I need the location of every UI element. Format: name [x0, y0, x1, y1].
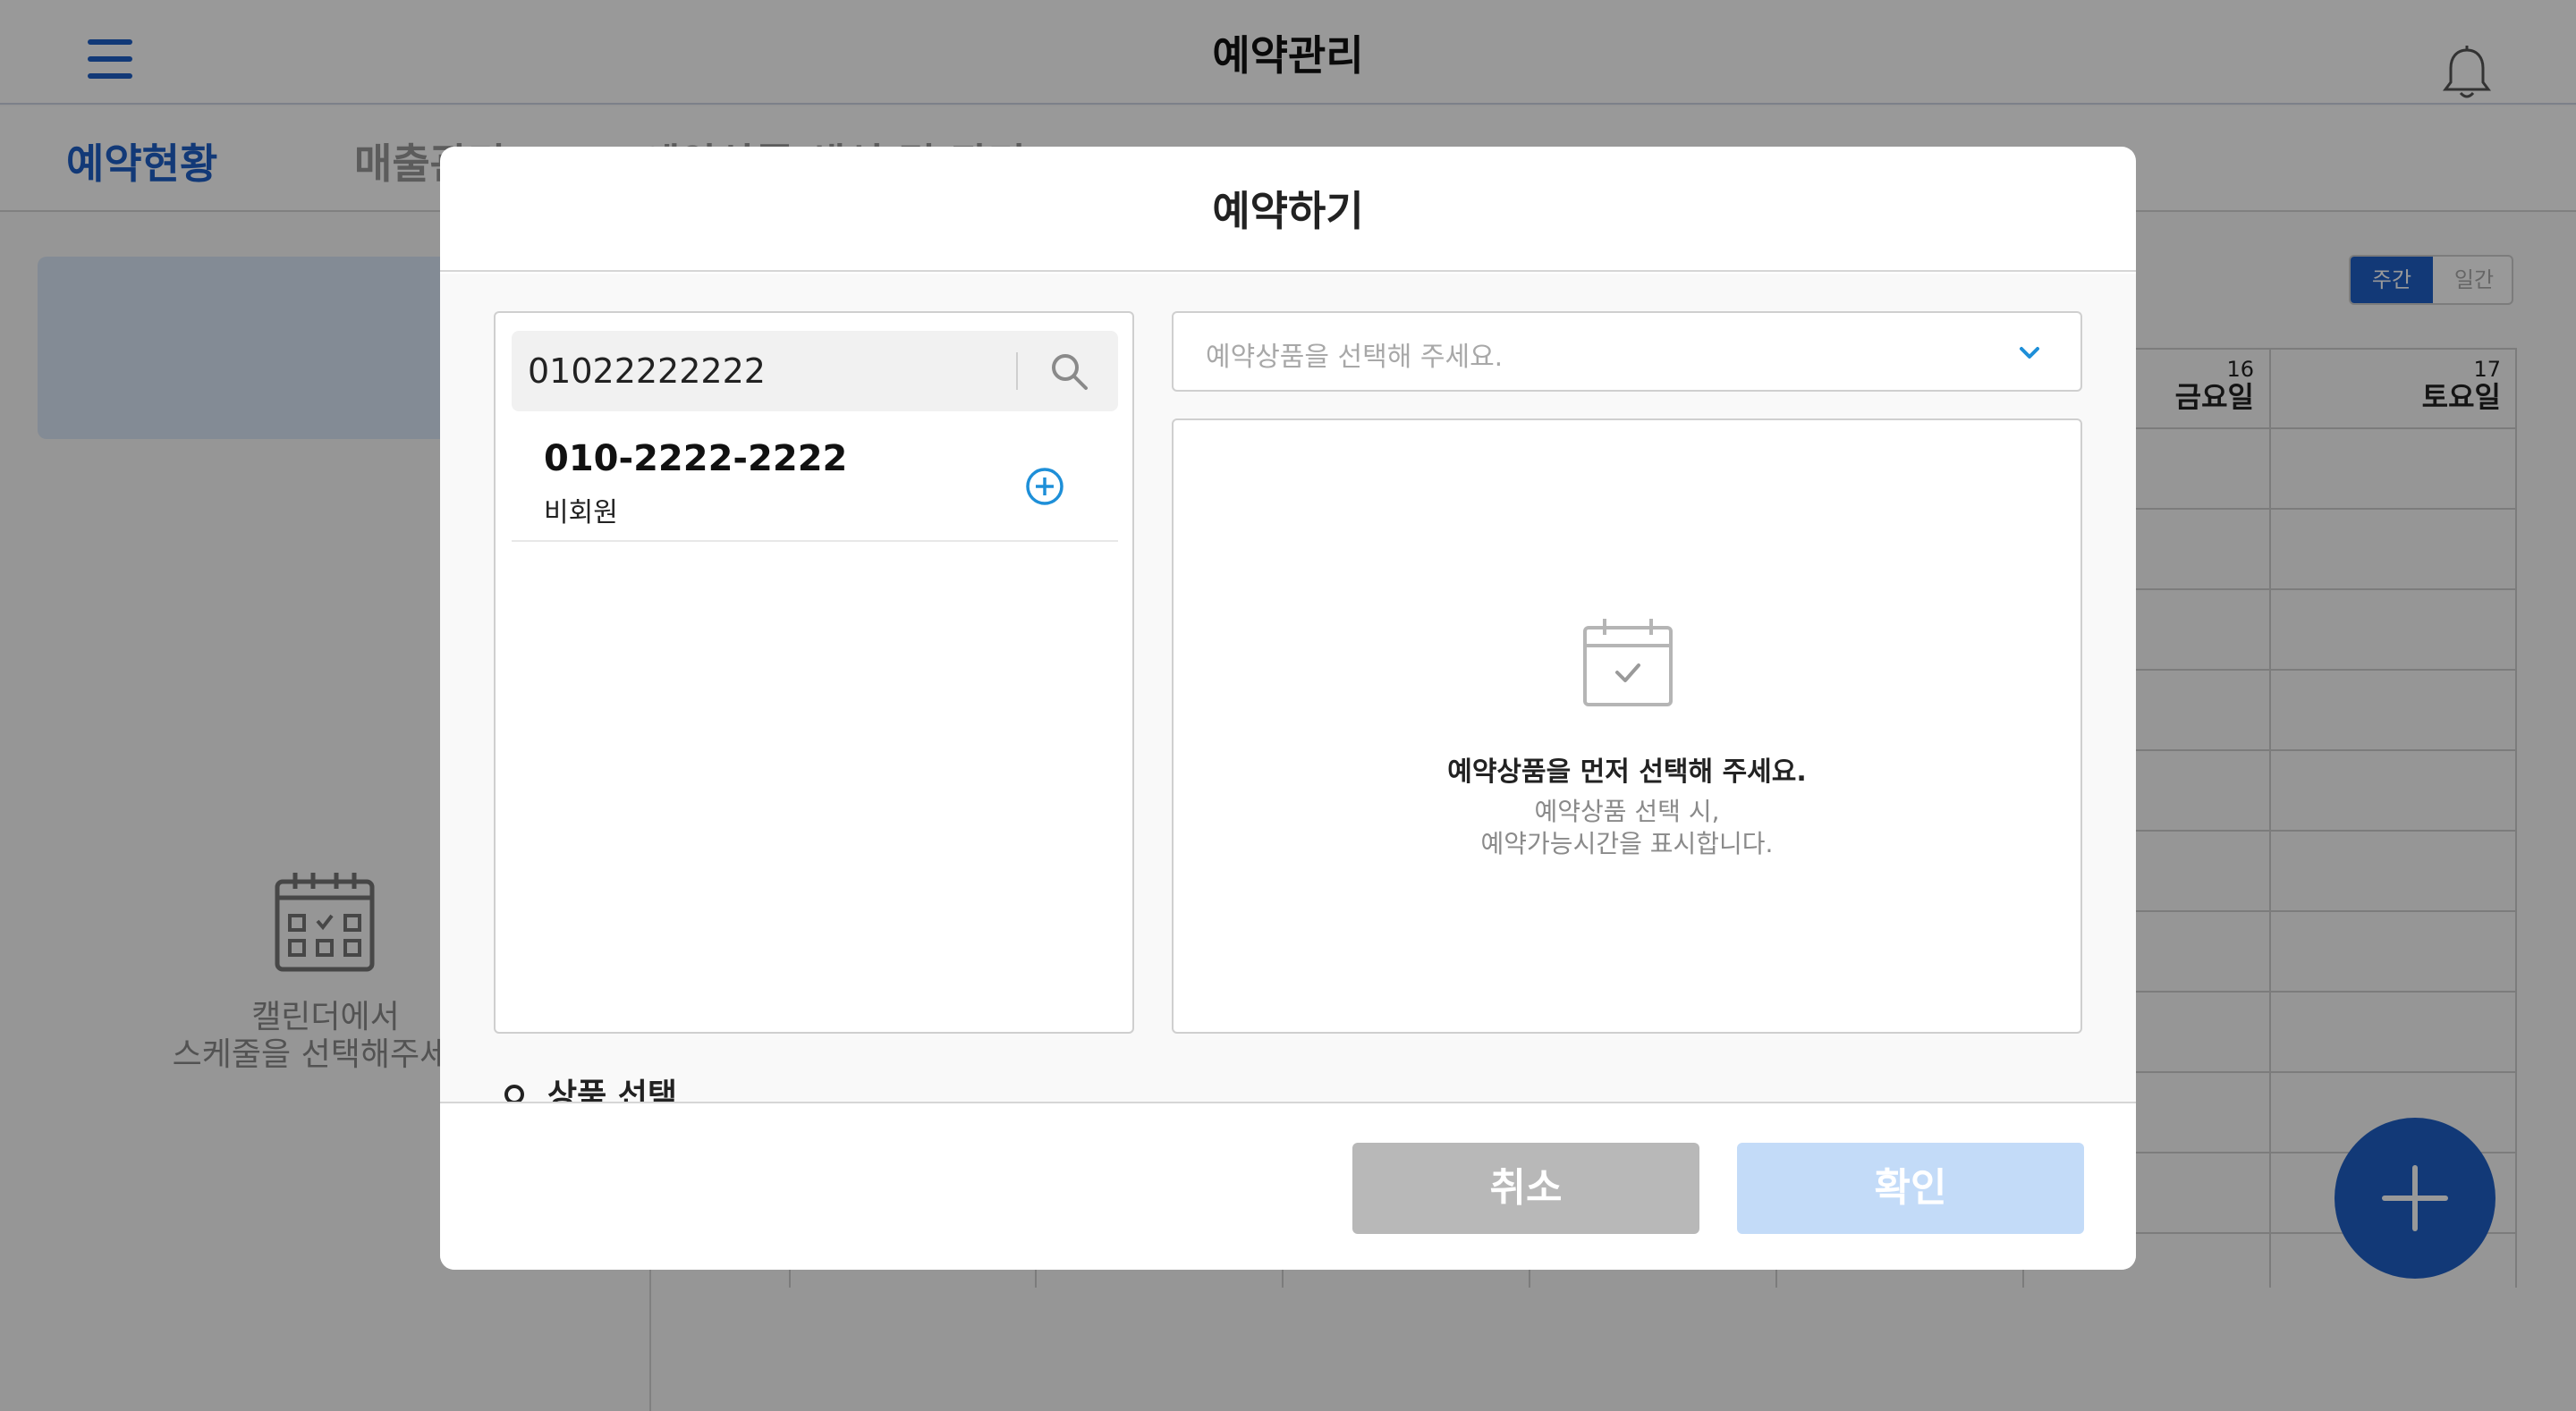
available-time-panel: 예약상품을 먼저 선택해 주세요. 예약상품 선택 시, 예약가능시간을 표시합…	[1172, 418, 2082, 1034]
time-empty-desc-line1: 예약상품 선택 시,	[1534, 797, 1720, 826]
member-search-input[interactable]	[528, 347, 1029, 395]
member-search-panel: 010-2222-2222 비회원	[494, 311, 1134, 1034]
time-empty-desc: 예약상품 선택 시, 예약가능시간을 표시합니다.	[1174, 796, 2080, 860]
time-empty-title: 예약상품을 먼저 선택해 주세요.	[1447, 756, 1807, 788]
product-select[interactable]: 예약상품을 선택해 주세요.	[1172, 311, 2082, 392]
search-divider	[1016, 352, 1018, 390]
search-box	[512, 331, 1118, 411]
calendar-check-icon	[1583, 619, 1673, 706]
modal-title: 예약하기	[1212, 187, 1364, 235]
cancel-button[interactable]: 취소	[1352, 1143, 1699, 1234]
member-type: 비회원	[544, 497, 618, 528]
member-phone: 010-2222-2222	[544, 438, 848, 479]
chevron-down-icon	[2020, 347, 2039, 359]
product-select-placeholder: 예약상품을 선택해 주세요.	[1206, 342, 1504, 373]
confirm-button[interactable]: 확인	[1737, 1143, 2084, 1234]
modal-header: 예약하기	[440, 147, 2136, 272]
reservation-modal: 예약하기 010-2222-2222 비회원	[440, 147, 2136, 1270]
time-empty-desc-line2: 예약가능시간을 표시합니다.	[1480, 829, 1774, 858]
modal-footer: 취소 확인	[440, 1102, 2136, 1270]
search-icon[interactable]	[1048, 351, 1089, 392]
add-circle-icon[interactable]	[1025, 467, 1064, 506]
member-list-item[interactable]: 010-2222-2222 비회원	[512, 427, 1118, 542]
